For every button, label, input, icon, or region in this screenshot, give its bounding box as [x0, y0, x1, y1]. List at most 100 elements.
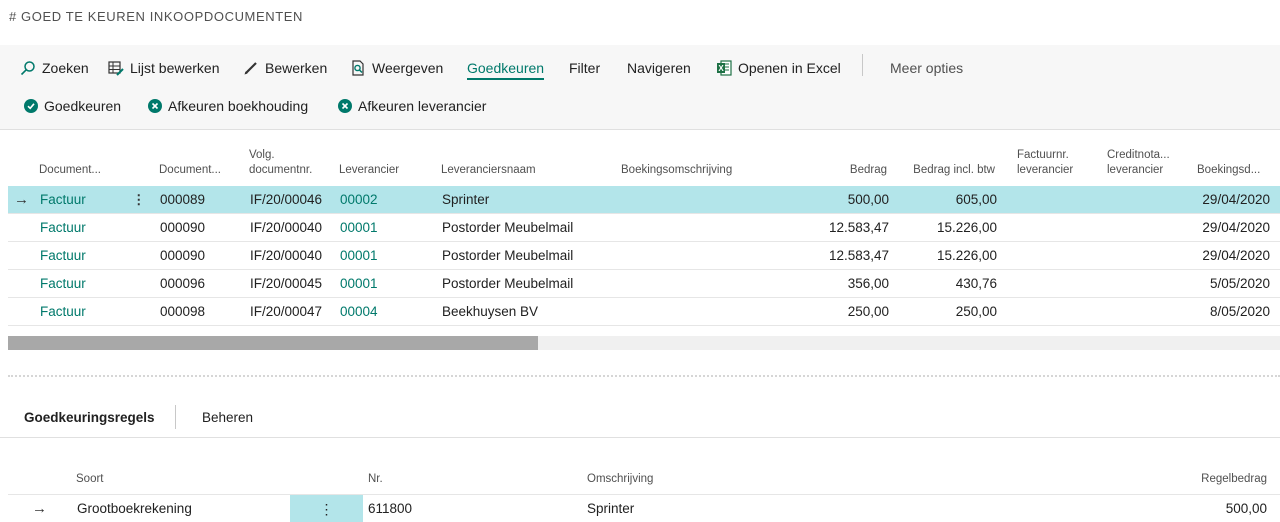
line-row[interactable]: → Grootboekrekening ⋮ 611800 Sprinter 50… [8, 494, 1280, 522]
col-amount-vat[interactable]: Bedrag incl. btw [895, 163, 995, 178]
cell-date: 29/04/2020 [1202, 220, 1270, 235]
cell-type: Grootboekrekening [77, 501, 192, 516]
splitter-handle[interactable] [8, 375, 1280, 377]
col-credit-line2: leverancier [1107, 164, 1164, 176]
cell-amount-vat: 250,00 [955, 304, 997, 319]
cell-date: 8/05/2020 [1209, 304, 1270, 319]
svg-text:X: X [718, 64, 724, 73]
cell-next-doc: IF/20/00040 [250, 220, 323, 235]
view-label: Weergeven [372, 60, 444, 76]
view-document-icon [350, 60, 366, 76]
row-arrow-icon: → [14, 191, 29, 208]
reject-vendor-button[interactable]: Afkeuren leverancier [338, 98, 486, 114]
cell-vendor[interactable]: 00001 [340, 242, 378, 270]
edit-button[interactable]: Bewerken [243, 58, 327, 78]
col-credit-note[interactable]: Creditnota... leverancier [1107, 148, 1170, 178]
cell-no: 611800 [368, 501, 413, 516]
horizontal-scrollbar[interactable] [8, 336, 1280, 350]
navigate-label: Navigeren [627, 60, 691, 76]
cell-next-doc: IF/20/00045 [250, 276, 323, 291]
col-vendor-name[interactable]: Leveranciersnaam [441, 163, 536, 178]
table-row[interactable]: Factuur 000090 IF/20/00040 00001 Postord… [8, 214, 1280, 242]
col-vendor[interactable]: Leverancier [339, 163, 399, 178]
cell-doc-no: 000090 [160, 220, 206, 235]
close-circle-icon [148, 99, 162, 113]
table-row[interactable]: → Factuur ⋮ 000089 IF/20/00046 00002 Spr… [8, 186, 1280, 214]
cell-date: 29/04/2020 [1202, 248, 1270, 263]
filter-button[interactable]: Filter [569, 58, 600, 78]
pencil-icon [243, 60, 259, 76]
cell-vendor[interactable]: 00002 [340, 186, 378, 214]
cell-line-amount: 500,00 [1225, 501, 1267, 516]
col-posting-desc[interactable]: Boekingsomschrijving [621, 163, 732, 178]
title-bar: # GOED TE KEUREN INKOOPDOCUMENTEN [0, 0, 1280, 45]
cell-vendor[interactable]: 00004 [340, 298, 378, 326]
edit-label: Bewerken [265, 60, 328, 76]
excel-label: Openen in Excel [738, 60, 841, 76]
tab-approval-lines[interactable]: Goedkeuringsregels [24, 410, 155, 425]
search-button[interactable]: Zoeken [20, 58, 89, 78]
col-posting-date[interactable]: Boekingsd... [1197, 163, 1260, 178]
col-line-amount[interactable]: Regelbedrag [1140, 472, 1267, 487]
col-doc-no[interactable]: Document... [159, 163, 221, 178]
cell-vendor-name: Postorder Meubelmail [442, 220, 574, 235]
tab-manage[interactable]: Beheren [202, 410, 253, 425]
open-in-excel-button[interactable]: X Openen in Excel [716, 58, 841, 78]
approve-label: Goedkeuren [44, 98, 122, 114]
excel-icon: X [716, 60, 732, 76]
cell-amount: 12.583,47 [828, 248, 889, 263]
cell-amount: 500,00 [847, 192, 889, 207]
check-circle-icon [24, 99, 38, 113]
filter-label: Filter [569, 60, 601, 76]
cell-vendor-name: Postorder Meubelmail [442, 248, 574, 263]
approve-actions: Goedkeuren Afkeuren boekhouding Afkeuren… [0, 87, 1280, 129]
reject-accounting-label: Afkeuren boekhouding [168, 98, 309, 114]
tab-approve[interactable]: Goedkeuren [467, 58, 545, 80]
col-next-doc[interactable]: Volg. documentnr. [249, 148, 312, 178]
cell-amount: 12.583,47 [828, 220, 889, 235]
table-row[interactable]: Factuur 000098 IF/20/00047 00004 Beekhuy… [8, 298, 1280, 326]
cell-doc-type[interactable]: Factuur [40, 270, 86, 298]
view-button[interactable]: Weergeven [350, 58, 443, 78]
action-bar: Zoeken Lijst bewerken Bewerken Weergeven… [0, 45, 1280, 87]
search-icon [20, 60, 36, 76]
edit-list-button[interactable]: Lijst bewerken [108, 58, 220, 78]
cell-amount-vat: 430,76 [955, 276, 997, 291]
page-title: # GOED TE KEUREN INKOOPDOCUMENTEN [9, 9, 304, 24]
col-next-doc-line1: Volg. [249, 149, 275, 161]
table-row[interactable]: Factuur 000096 IF/20/00045 00001 Postord… [8, 270, 1280, 298]
col-type[interactable]: Soort [76, 472, 104, 487]
col-doc-type[interactable]: Document... [39, 163, 101, 178]
navigate-button[interactable]: Navigeren [627, 58, 691, 78]
col-credit-line1: Creditnota... [1107, 149, 1170, 161]
reject-vendor-label: Afkeuren leverancier [358, 98, 487, 114]
cell-doc-no: 000089 [160, 192, 206, 207]
scrollbar-thumb[interactable] [8, 336, 538, 350]
cell-date: 29/04/2020 [1202, 192, 1270, 207]
cell-doc-type[interactable]: Factuur [40, 214, 86, 242]
cell-doc-no: 000090 [160, 248, 206, 263]
cell-vendor[interactable]: 00001 [340, 214, 378, 242]
col-amount[interactable]: Bedrag [787, 163, 887, 178]
reject-accounting-button[interactable]: Afkeuren boekhouding [148, 98, 308, 114]
row-menu-icon[interactable]: ⋮ [290, 495, 363, 522]
row-menu-icon[interactable]: ⋮ [132, 186, 146, 214]
table-row[interactable]: Factuur 000090 IF/20/00040 00001 Postord… [8, 242, 1280, 270]
col-invoice-no[interactable]: Factuurnr. leverancier [1017, 148, 1073, 178]
action-separator [862, 54, 863, 76]
col-description[interactable]: Omschrijving [587, 472, 653, 487]
approve-button[interactable]: Goedkeuren [24, 98, 121, 114]
cell-doc-type[interactable]: Factuur [40, 186, 86, 214]
cell-doc-no: 000096 [160, 276, 206, 291]
more-options-button[interactable]: Meer opties [890, 58, 963, 78]
cell-amount: 356,00 [847, 276, 889, 291]
cell-amount-vat: 15.226,00 [936, 248, 997, 263]
more-options-label: Meer opties [890, 60, 964, 76]
cell-doc-type[interactable]: Factuur [40, 298, 86, 326]
search-label: Zoeken [42, 60, 89, 76]
col-no[interactable]: Nr. [368, 472, 383, 487]
cell-vendor-name: Beekhuysen BV [442, 304, 539, 319]
tab-approve-label: Goedkeuren [467, 60, 545, 76]
cell-doc-type[interactable]: Factuur [40, 242, 86, 270]
cell-vendor[interactable]: 00001 [340, 270, 378, 298]
